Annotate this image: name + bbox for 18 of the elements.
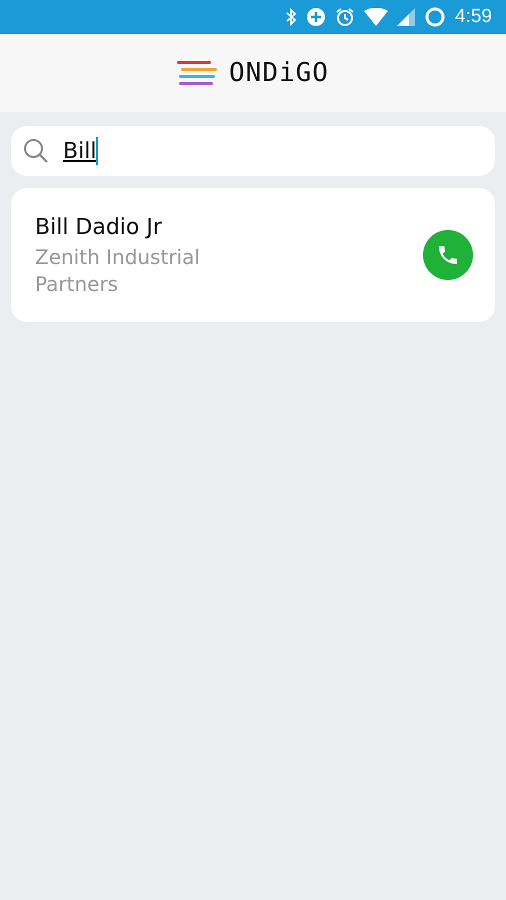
wifi-icon bbox=[364, 8, 388, 26]
call-button[interactable] bbox=[423, 230, 473, 280]
contact-company: Zenith Industrial Partners bbox=[35, 244, 201, 298]
phone-icon bbox=[436, 243, 460, 267]
clock-time: 4:59 bbox=[455, 6, 492, 28]
text-cursor bbox=[96, 137, 98, 165]
search-text: Bill bbox=[63, 138, 96, 164]
search-field[interactable]: Bill bbox=[11, 126, 495, 176]
app-logo-text: ONDiGO bbox=[229, 58, 329, 88]
contact-card[interactable]: Bill Dadio Jr Zenith Industrial Partners bbox=[11, 188, 495, 322]
search-icon bbox=[23, 138, 49, 164]
signal-icon bbox=[397, 8, 416, 26]
bluetooth-icon bbox=[285, 8, 298, 26]
contact-name: Bill Dadio Jr bbox=[35, 214, 163, 242]
alarm-icon bbox=[335, 7, 356, 27]
data-saver-icon bbox=[306, 7, 326, 27]
battery-icon bbox=[424, 6, 446, 28]
logo-icon bbox=[177, 59, 218, 87]
